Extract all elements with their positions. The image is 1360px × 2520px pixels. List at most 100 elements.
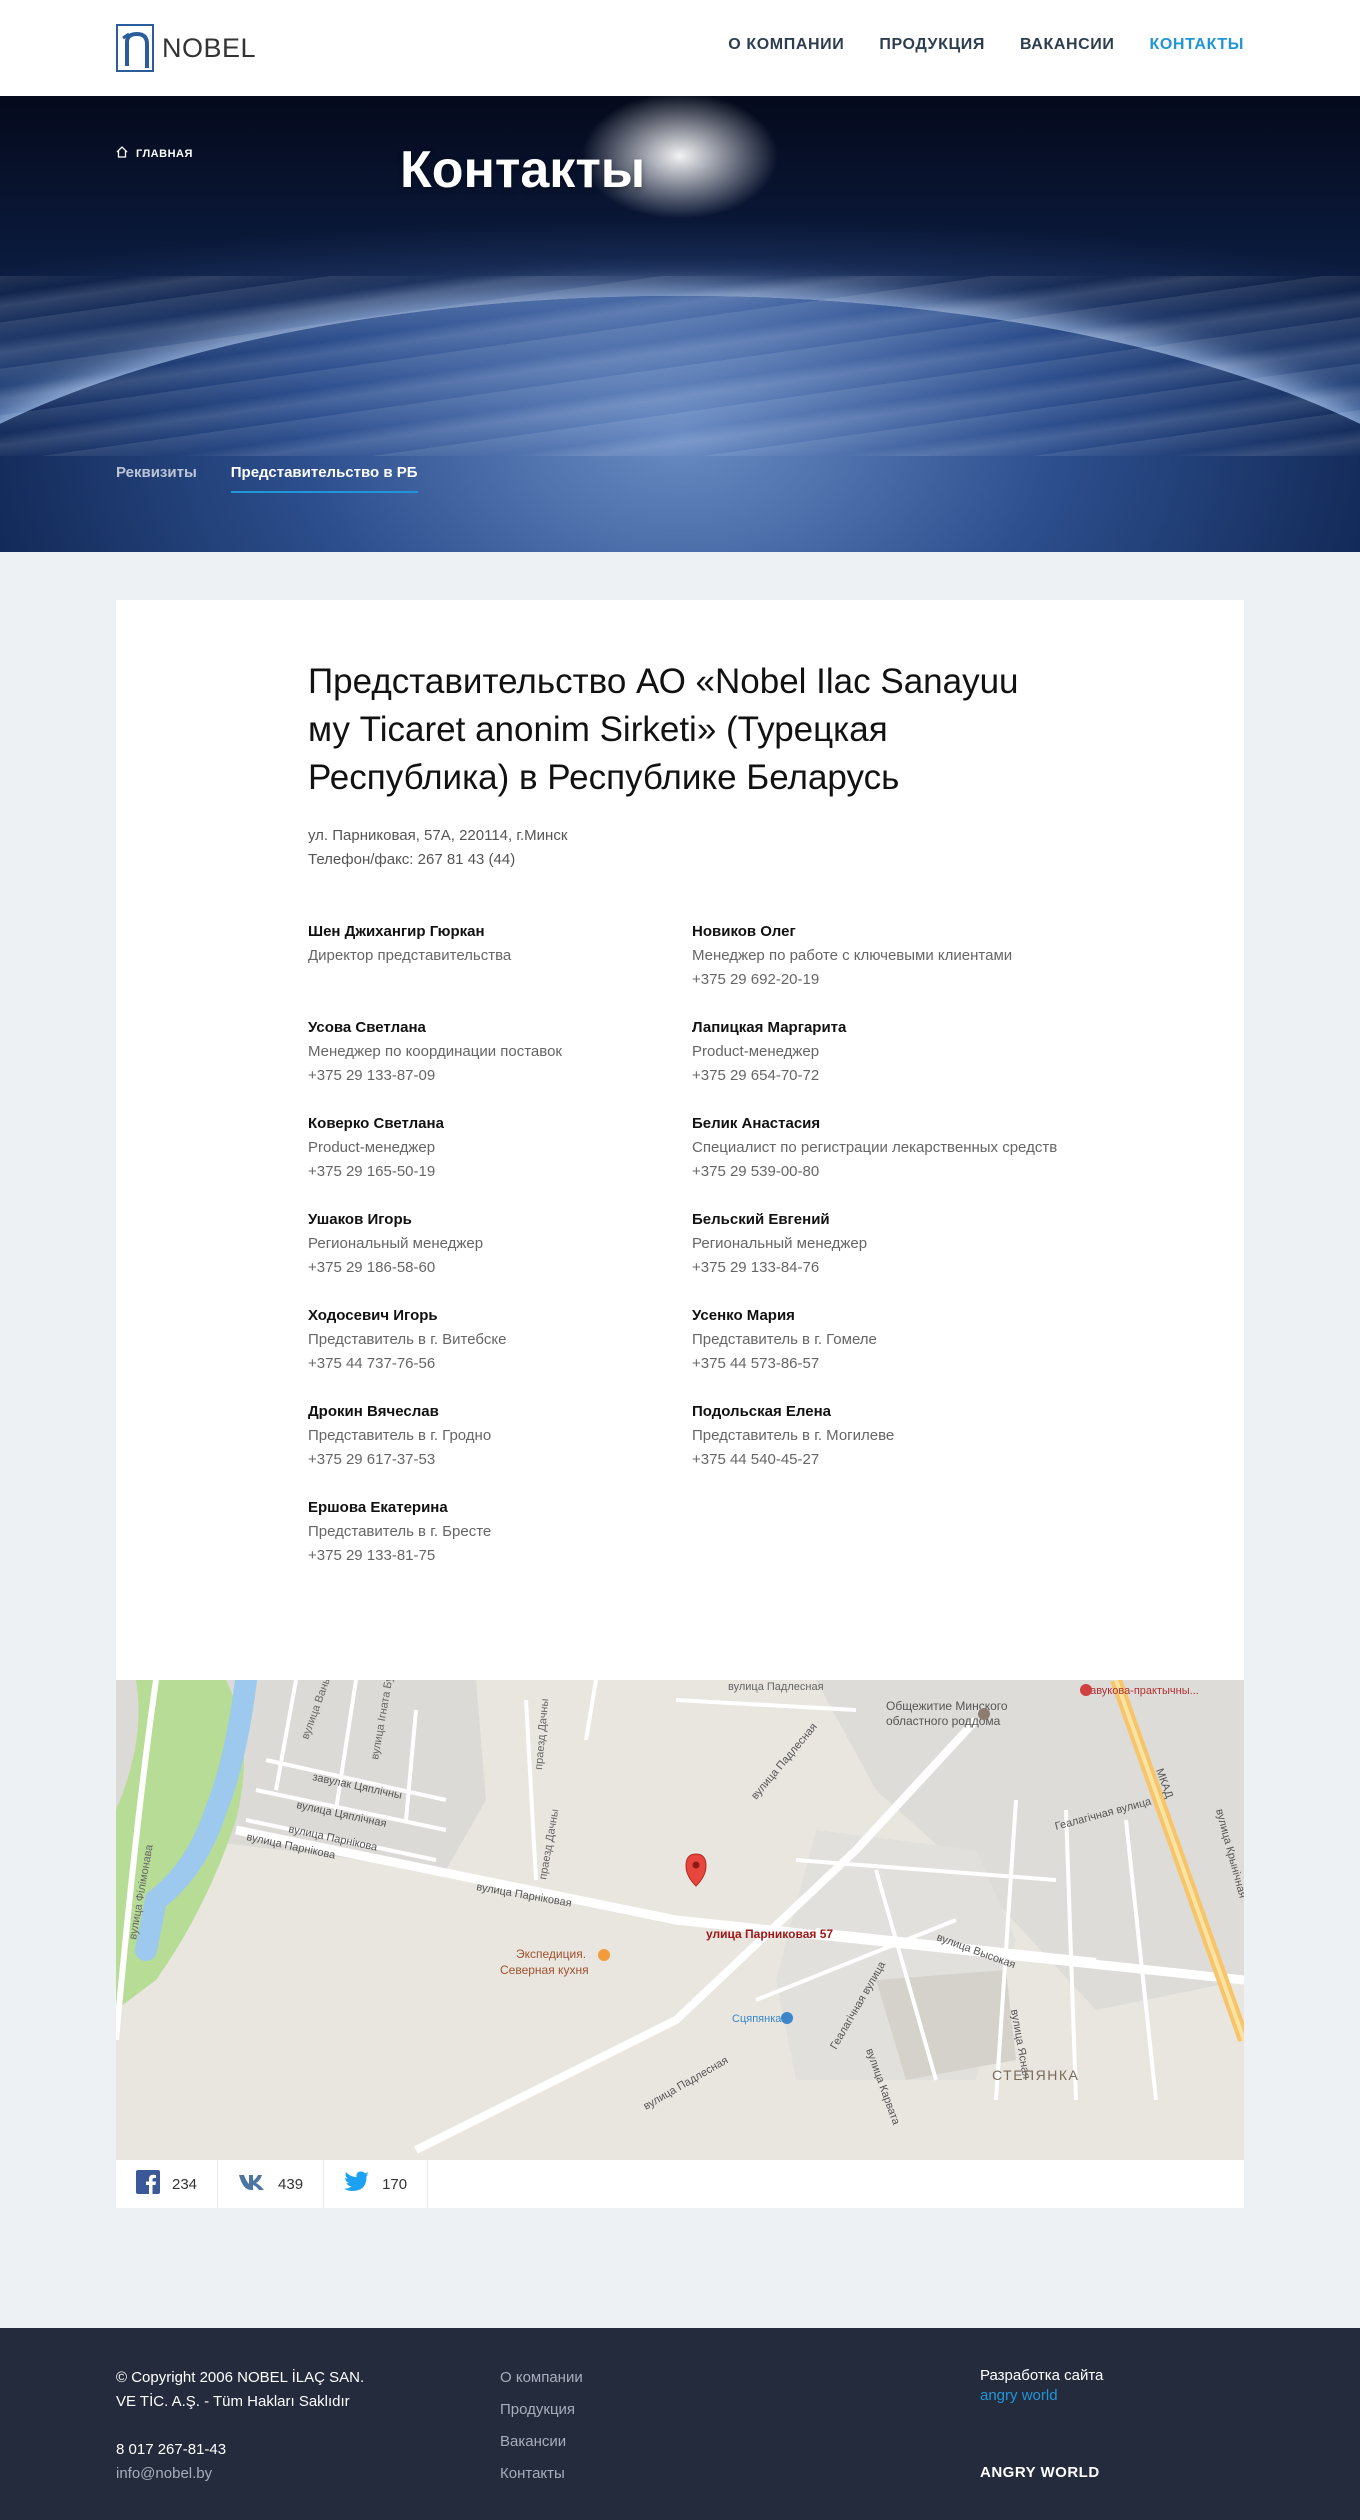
staff-name: Белик Анастасия xyxy=(692,1115,821,1132)
map-label: Общежитие Минского xyxy=(886,1699,1008,1713)
office-address-block: ул. Парниковая, 57А, 220114, г.Минск Тел… xyxy=(308,824,567,872)
staff-name: Ушаков Игорь xyxy=(308,1211,412,1228)
staff-card: Усова Светлана Менеджер по координации по… xyxy=(308,1016,692,1088)
footer-nav: О компании Продукция Вакансии Контакты xyxy=(500,2366,583,2486)
footer-email[interactable]: info@nobel.by xyxy=(116,2462,226,2486)
staff-name: Шен Джихангир Гюркан xyxy=(308,923,485,940)
staff-card: Бельский Евгений Региональный менеджер +37… xyxy=(692,1208,1092,1280)
staff-card: Коверко Светлана Product-менеджер +375 29 … xyxy=(308,1112,692,1184)
restaurant-icon xyxy=(598,1949,610,1961)
staff-position: Product-менеджер xyxy=(692,1043,820,1060)
location-map[interactable]: вулица Падлесная Общежитие Минского обла… xyxy=(116,1680,1244,2160)
staff-card: Подольская Елена Представитель в г. Могил… xyxy=(692,1400,1092,1472)
footer-link-about[interactable]: О компании xyxy=(500,2366,583,2390)
staff-phone[interactable]: +375 29 692-20-19 xyxy=(692,968,1092,992)
staff-phone[interactable]: +375 44 540-45-27 xyxy=(692,1448,1092,1472)
map-label: Сцяпянка xyxy=(732,2013,782,2025)
staff-position: Product-менеджер xyxy=(308,1139,436,1156)
social-share-bar: 234 439 170 xyxy=(116,2160,1244,2208)
contact-tabs: Реквизиты Представительство в РБ xyxy=(116,464,418,493)
staff-phone[interactable]: +375 29 133-81-75 xyxy=(308,1544,692,1568)
staff-phone[interactable]: +375 44 737-76-56 xyxy=(308,1352,692,1376)
representation-heading: Представительство АО «Nobel Ilac Sanayuu… xyxy=(308,662,1019,797)
staff-card: Шен Джихангир Гюркан Директор представите… xyxy=(308,920,692,992)
map-label: навукова-практычны... xyxy=(1084,1685,1199,1697)
staff-name: Лапицкая Маргарита xyxy=(692,1019,847,1036)
staff-name: Усова Светлана xyxy=(308,1019,426,1036)
twitter-count: 170 xyxy=(382,2175,408,2193)
staff-position: Менеджер по координации поставок xyxy=(308,1043,562,1060)
nav-item-contacts[interactable]: КОНТАКТЫ xyxy=(1150,36,1245,54)
breadcrumb[interactable]: ГЛАВНАЯ xyxy=(116,146,193,161)
staff-card: Усенко Мария Представитель в г. Гомеле +37… xyxy=(692,1304,1092,1376)
home-icon xyxy=(116,146,128,161)
logo[interactable]: NOBEL xyxy=(116,24,256,72)
contacts-card: Представительство АО «Nobel Ilac Sanayuu… xyxy=(116,600,1244,1680)
footer-copyright: © Copyright 2006 NOBEL İLAÇ SAN. VE TİC.… xyxy=(116,2366,364,2414)
logo-mark-icon xyxy=(116,24,154,72)
staff-card: Лапицкая Маргарита Product-менеджер +375 2… xyxy=(692,1016,1092,1088)
facebook-share[interactable]: 234 xyxy=(116,2160,219,2208)
tab-requisites[interactable]: Реквизиты xyxy=(116,464,197,493)
map-label: Экспедиция. xyxy=(516,1947,586,1961)
staff-phone[interactable]: +375 29 617-37-53 xyxy=(308,1448,692,1472)
footer-link-products[interactable]: Продукция xyxy=(500,2398,583,2422)
staff-card: Новиков Олег Менеджер по работе с ключевы… xyxy=(692,920,1092,992)
transit-icon xyxy=(781,2012,793,2024)
hospital-icon xyxy=(1080,1684,1092,1696)
staff-card: Белик Анастасия Специалист по регистрации… xyxy=(692,1112,1092,1184)
staff-position: Представитель в г. Витебске xyxy=(308,1331,507,1348)
staff-position: Директор представительства xyxy=(308,947,512,964)
footer-link-vacancies[interactable]: Вакансии xyxy=(500,2430,583,2454)
staff-card: Ушаков Игорь Региональный менеджер +375 29… xyxy=(308,1208,692,1280)
staff-phone[interactable]: +375 29 654-70-72 xyxy=(692,1064,1092,1088)
staff-position: Региональный менеджер xyxy=(692,1235,868,1252)
footer-link-contacts[interactable]: Контакты xyxy=(500,2462,583,2486)
building-icon xyxy=(978,1708,990,1720)
staff-name: Бельский Евгений xyxy=(692,1211,830,1228)
staff-phone[interactable]: +375 29 133-84-76 xyxy=(692,1256,1092,1280)
staff-phone[interactable]: +375 29 539-00-80 xyxy=(692,1160,1092,1184)
staff-card: Ершова Екатерина Представитель в г. Брест… xyxy=(308,1496,692,1568)
site-footer: © Copyright 2006 NOBEL İLAÇ SAN. VE TİC.… xyxy=(0,2328,1360,2520)
footer-phone[interactable]: 8 017 267-81-43 xyxy=(116,2438,226,2462)
staff-phone[interactable]: +375 29 186-58-60 xyxy=(308,1256,692,1280)
developer-label: Разработка сайта xyxy=(980,2367,1104,2384)
nav-item-products[interactable]: ПРОДУКЦИЯ xyxy=(879,36,985,54)
staff-phone[interactable]: +375 29 133-87-09 xyxy=(308,1064,692,1088)
vk-share[interactable]: 439 xyxy=(218,2160,325,2208)
footer-contacts: 8 017 267-81-43 info@nobel.by xyxy=(116,2438,226,2486)
staff-name: Подольская Елена xyxy=(692,1403,831,1420)
staff-name: Новиков Олег xyxy=(692,923,796,940)
staff-position: Специалист по регистрации лекарственных … xyxy=(692,1139,1058,1156)
staff-position: Менеджер по работе с ключевыми клиентами xyxy=(692,947,1013,964)
staff-position: Представитель в г. Гродно xyxy=(308,1427,492,1444)
developer-logo[interactable]: ANGRY WORLD xyxy=(980,2464,1100,2481)
tab-representation[interactable]: Представительство в РБ xyxy=(230,464,418,493)
office-phone: Телефон/факс: 267 81 43 (44) xyxy=(308,851,516,868)
staff-phone[interactable]: +375 29 165-50-19 xyxy=(308,1160,692,1184)
copyright-line-2: VE TİC. A.Ş. - Tüm Hakları Saklıdır xyxy=(116,2393,350,2410)
staff-name: Ершова Екатерина xyxy=(308,1499,448,1516)
map-label: вулица Падлесная xyxy=(728,1681,824,1693)
facebook-icon xyxy=(136,2170,160,2198)
staff-card: Дрокин Вячеслав Представитель в г. Гродно… xyxy=(308,1400,692,1472)
staff-position: Представитель в г. Гомеле xyxy=(692,1331,877,1348)
developer-link[interactable]: angry world xyxy=(980,2387,1058,2404)
page-title: Контакты xyxy=(400,141,646,199)
vk-count: 439 xyxy=(278,2175,304,2193)
map-marker-label: улица Парниковая 57 xyxy=(706,1927,833,1941)
office-address: ул. Парниковая, 57А, 220114, г.Минск xyxy=(308,827,568,844)
twitter-share[interactable]: 170 xyxy=(324,2160,429,2208)
staff-name: Ходосевич Игорь xyxy=(308,1307,438,1324)
staff-list: Шен Джихангир Гюркан Директор представите… xyxy=(308,920,1108,1568)
staff-name: Коверко Светлана xyxy=(308,1115,444,1132)
nav-item-about[interactable]: О КОМПАНИИ xyxy=(728,36,844,54)
nav-item-vacancies[interactable]: ВАКАНСИИ xyxy=(1020,36,1115,54)
cloud-texture xyxy=(0,276,1360,456)
staff-phone[interactable]: +375 44 573-86-57 xyxy=(692,1352,1092,1376)
main-nav: О КОМПАНИИ ПРОДУКЦИЯ ВАКАНСИИ КОНТАКТЫ xyxy=(728,36,1244,54)
staff-name: Усенко Мария xyxy=(692,1307,795,1324)
staff-position: Представитель в г. Могилеве xyxy=(692,1427,895,1444)
map-label: СТЕПЯНКА xyxy=(992,2067,1079,2083)
